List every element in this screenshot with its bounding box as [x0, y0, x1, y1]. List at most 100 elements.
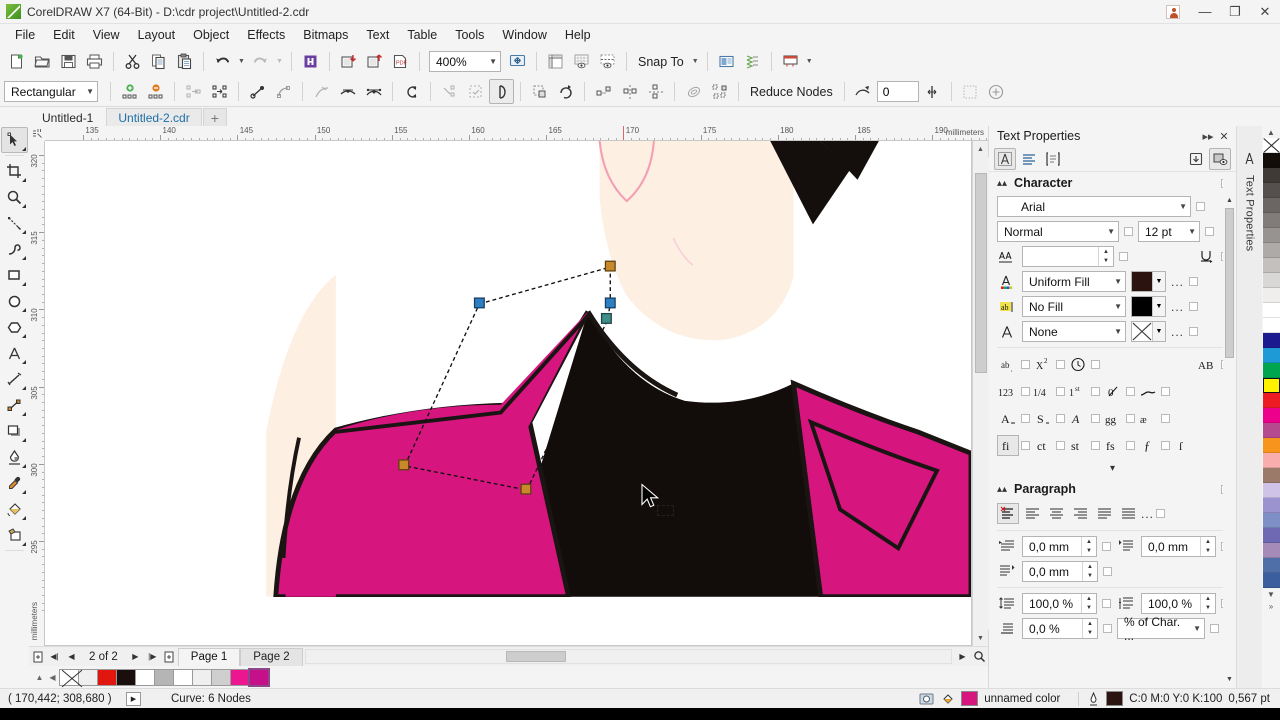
- page-tab-2[interactable]: Page 2: [240, 647, 303, 666]
- docker-scroll-down-icon[interactable]: ▼: [1223, 673, 1236, 686]
- join-nodes-icon[interactable]: [181, 79, 206, 104]
- align-center-icon[interactable]: [1045, 503, 1067, 524]
- vertical-scroll-track[interactable]: [972, 157, 989, 630]
- freehand-tool[interactable]: [1, 210, 28, 236]
- add-node-icon[interactable]: [117, 79, 142, 104]
- subscript-checkbox[interactable]: [1021, 360, 1030, 369]
- redo-icon[interactable]: [248, 49, 273, 74]
- palette-swatch[interactable]: [97, 668, 117, 686]
- character-position-icon[interactable]: [1067, 354, 1089, 375]
- full-screen-preview-icon[interactable]: [505, 49, 530, 74]
- reflect-nodes-horizontal-icon[interactable]: [617, 79, 642, 104]
- paste-icon[interactable]: [172, 49, 197, 74]
- add-page-right-icon[interactable]: [161, 648, 178, 666]
- menu-window[interactable]: Window: [493, 26, 555, 44]
- undo-icon[interactable]: [210, 49, 235, 74]
- drop-shadow-tool[interactable]: [1, 418, 28, 444]
- ligature-alt-checkbox[interactable]: [1161, 414, 1170, 423]
- ordinals-checkbox[interactable]: [1091, 387, 1100, 396]
- color-swatch[interactable]: [1262, 183, 1280, 198]
- new-document-tab-button[interactable]: +: [202, 108, 227, 126]
- canvas-zoom-icon[interactable]: [971, 648, 988, 666]
- palette-swatch[interactable]: [211, 668, 231, 686]
- right-indent-checkbox[interactable]: [1103, 567, 1112, 576]
- outline-color-picker[interactable]: ▼: [1131, 321, 1166, 342]
- paragraph-spacing-spinner[interactable]: ▲ ▼: [1200, 594, 1215, 613]
- ligature-alt-icon[interactable]: æ: [1137, 408, 1159, 429]
- contextual-ligatures-icon[interactable]: fs: [1102, 435, 1124, 456]
- status-expand-button[interactable]: ▶: [126, 691, 141, 706]
- undo-dropdown-icon[interactable]: ▼: [236, 49, 247, 74]
- rectangle-tool[interactable]: [1, 262, 28, 288]
- corel-connect-icon[interactable]: [298, 49, 323, 74]
- small-caps-icon[interactable]: A: [997, 408, 1019, 429]
- outline-tool[interactable]: [1, 522, 28, 548]
- close-button[interactable]: ✕: [1250, 0, 1280, 24]
- color-swatch[interactable]: [1262, 243, 1280, 258]
- color-swatch[interactable]: [1262, 423, 1280, 438]
- palette-swatch[interactable]: [173, 668, 193, 686]
- first-line-indent-checkbox[interactable]: [1102, 542, 1111, 551]
- font-style-checkbox[interactable]: [1124, 227, 1133, 236]
- show-rulers-icon[interactable]: [543, 49, 568, 74]
- background-fill-combo[interactable]: No Fill ▼: [1022, 296, 1126, 317]
- align-left-icon[interactable]: [1021, 503, 1043, 524]
- standard-ligatures-icon[interactable]: fi: [997, 435, 1019, 456]
- ornaments-checkbox[interactable]: [1161, 441, 1170, 450]
- left-indent-spinner[interactable]: ▲ ▼: [1200, 537, 1215, 556]
- print-icon[interactable]: [82, 49, 107, 74]
- color-swatch[interactable]: [1262, 378, 1280, 393]
- zoom-tool[interactable]: [1, 184, 28, 210]
- color-swatch[interactable]: [1262, 333, 1280, 348]
- outline-combo[interactable]: None ▼: [1022, 321, 1126, 342]
- font-family-combo[interactable]: Arial ▼: [997, 196, 1191, 217]
- stretch-nodes-icon[interactable]: [489, 79, 514, 104]
- align-none-icon[interactable]: [997, 503, 1019, 524]
- copy-icon[interactable]: [146, 49, 171, 74]
- menu-layout[interactable]: Layout: [129, 26, 185, 44]
- color-swatch[interactable]: [1262, 408, 1280, 423]
- open-document-icon[interactable]: [30, 49, 55, 74]
- close-curve-icon[interactable]: [463, 79, 488, 104]
- font-style-combo[interactable]: Normal ▼: [997, 221, 1119, 242]
- node-type-combo[interactable]: Rectangular ▼: [4, 81, 98, 102]
- palette-swatch-none[interactable]: [59, 668, 79, 686]
- elastic-mode-icon[interactable]: [681, 79, 706, 104]
- kerning-spinner[interactable]: ▲ ▼: [1098, 247, 1113, 266]
- page-tab-1[interactable]: Page 1: [177, 647, 241, 666]
- bounding-box-icon[interactable]: [958, 79, 983, 104]
- snap-to-dropdown-icon[interactable]: ▼: [690, 49, 701, 74]
- fill-bucket-icon[interactable]: [940, 692, 955, 706]
- first-line-indent-field[interactable]: 0,0 mm ▲ ▼: [1022, 536, 1097, 557]
- ellipse-tool[interactable]: [1, 288, 28, 314]
- italic-alternates-icon[interactable]: A: [1067, 408, 1089, 429]
- color-swatch[interactable]: [1262, 318, 1280, 333]
- character-spacing-checkbox[interactable]: [1103, 624, 1112, 633]
- discretionary-ligatures-checkbox[interactable]: [1056, 441, 1065, 450]
- workspace-dropdown-icon[interactable]: ▼: [804, 49, 815, 74]
- chevron-down-icon[interactable]: ▼: [1152, 272, 1165, 291]
- subscript-icon[interactable]: ab,: [997, 354, 1019, 375]
- palette-swatch[interactable]: [135, 668, 155, 686]
- color-swatch[interactable]: [1262, 288, 1280, 303]
- color-swatch[interactable]: [1262, 198, 1280, 213]
- chevron-down-icon[interactable]: ▼: [1152, 322, 1165, 341]
- break-curve-icon[interactable]: [207, 79, 232, 104]
- reverse-direction-icon[interactable]: [399, 79, 424, 104]
- fill-tool[interactable]: [1, 496, 28, 522]
- paragraph-spacing-field[interactable]: 100,0 % ▲ ▼: [1141, 593, 1216, 614]
- paragraph-section-header[interactable]: ▴▴ Paragraph: [989, 478, 1236, 500]
- docker-side-label[interactable]: Text Properties: [1244, 175, 1256, 251]
- color-swatch-none[interactable]: [1262, 138, 1280, 153]
- numerals-checkbox[interactable]: [1021, 387, 1030, 396]
- outline-color-indicator[interactable]: [1106, 691, 1124, 706]
- swash-checkbox[interactable]: [1161, 387, 1170, 396]
- cut-icon[interactable]: [120, 49, 145, 74]
- reflect-nodes-vertical-icon[interactable]: [643, 79, 668, 104]
- document-tab-untitled-2[interactable]: Untitled-2.cdr: [106, 108, 202, 126]
- reduce-nodes-label[interactable]: Reduce Nodes: [745, 85, 838, 99]
- minimize-button[interactable]: —: [1190, 0, 1220, 24]
- contextual-ligatures-checkbox[interactable]: [1126, 441, 1135, 450]
- cusp-node-icon[interactable]: [309, 79, 334, 104]
- right-indent-spinner[interactable]: ▲ ▼: [1082, 562, 1097, 581]
